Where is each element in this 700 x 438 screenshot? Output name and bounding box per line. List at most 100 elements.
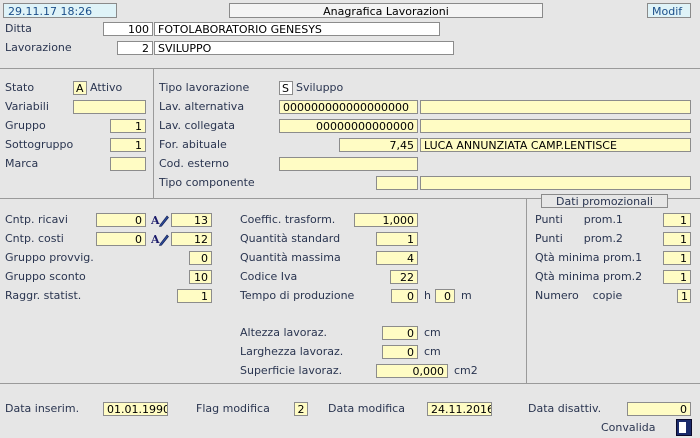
divider: [153, 68, 154, 198]
numero-copie-field[interactable]: 1: [677, 289, 691, 303]
superficie-unit: cm2: [454, 364, 478, 377]
cntp-ricavi-code-field[interactable]: 13: [171, 213, 212, 227]
tempo-minuti-field[interactable]: 0: [435, 289, 455, 303]
marca-label: Marca: [5, 157, 39, 170]
window-title: Anagrafica Lavorazioni: [229, 3, 543, 18]
gruppo-sconto-field[interactable]: 10: [189, 270, 212, 284]
lav-collegata-desc-field[interactable]: [420, 119, 691, 133]
numero-copie-label: Numero copie: [535, 289, 623, 302]
lavorazione-code-field[interactable]: 2: [117, 41, 153, 55]
lavorazione-name-field[interactable]: SVILUPPO: [154, 41, 454, 55]
tipo-componente-label: Tipo componente: [159, 176, 255, 189]
punti-prom1-label: Punti prom.1: [535, 213, 623, 226]
data-modifica-field[interactable]: 24.11.2016: [427, 402, 492, 416]
gruppo-label: Gruppo: [5, 119, 46, 132]
tipo-componente-code-field[interactable]: [376, 176, 418, 190]
svg-text:A: A: [151, 214, 160, 227]
stato-label: Stato: [5, 81, 35, 94]
cntp-ricavi-label: Cntp. ricavi: [5, 213, 68, 226]
tipo-componente-desc-field[interactable]: [420, 176, 691, 190]
quantita-massima-label: Quantità massima: [240, 251, 341, 264]
qta-minima-prom1-field[interactable]: 1: [663, 251, 691, 265]
stato-code-field[interactable]: A: [73, 81, 87, 95]
gruppo-field[interactable]: 1: [110, 119, 146, 133]
mode-indicator: Modif: [647, 3, 691, 18]
account-lookup-icon[interactable]: A: [151, 232, 169, 246]
quantita-standard-label: Quantità standard: [240, 232, 341, 245]
superficie-field[interactable]: 0,000: [376, 364, 448, 378]
flag-modifica-field[interactable]: 2: [294, 402, 308, 416]
raggr-statist-label: Raggr. statist.: [5, 289, 82, 302]
data-disattiv-label: Data disattiv.: [528, 402, 602, 415]
punti-prom1-field[interactable]: 1: [663, 213, 691, 227]
raggr-statist-field[interactable]: 1: [177, 289, 212, 303]
codice-iva-field[interactable]: 22: [390, 270, 418, 284]
data-disattiv-field[interactable]: 0: [627, 402, 691, 416]
variabili-label: Variabili: [5, 100, 49, 113]
ditta-code-field[interactable]: 100: [103, 22, 153, 36]
lav-alternativa-field[interactable]: 000000000000000000: [279, 100, 418, 114]
superficie-label: Superficie lavoraz.: [240, 364, 343, 377]
tipo-lavorazione-code-field[interactable]: S: [279, 81, 293, 95]
tempo-ore-field[interactable]: 0: [391, 289, 418, 303]
quantita-standard-field[interactable]: 1: [376, 232, 418, 246]
cod-esterno-label: Cod. esterno: [159, 157, 229, 170]
divider: [526, 198, 527, 383]
lav-alternativa-label: Lav. alternativa: [159, 100, 245, 113]
ditta-name-field[interactable]: FOTOLABORATORIO GENESYS: [154, 22, 440, 36]
convalida-button-highlight: [679, 422, 686, 433]
account-lookup-icon[interactable]: A: [151, 213, 169, 227]
sottogruppo-label: Sottogruppo: [5, 138, 74, 151]
convalida-button[interactable]: [676, 419, 692, 436]
divider: [0, 68, 700, 69]
data-modifica-label: Data modifica: [328, 402, 405, 415]
cntp-costi-field[interactable]: 0: [96, 232, 146, 246]
variabili-field[interactable]: [73, 100, 146, 114]
lav-alternativa-desc-field[interactable]: [420, 100, 691, 114]
larghezza-field[interactable]: 0: [382, 345, 418, 359]
altezza-field[interactable]: 0: [382, 326, 418, 340]
coeff-trasform-field[interactable]: 1,000: [354, 213, 418, 227]
cntp-costi-code-field[interactable]: 12: [171, 232, 212, 246]
altezza-label: Altezza lavoraz.: [240, 326, 328, 339]
minutes-unit: m: [461, 289, 472, 302]
fornitore-label: For. abituale: [159, 138, 227, 151]
convalida-label: Convalida: [601, 421, 656, 434]
larghezza-unit: cm: [424, 345, 441, 358]
svg-text:A: A: [151, 233, 160, 246]
tipo-lavorazione-desc: Sviluppo: [296, 81, 344, 94]
lavorazione-label: Lavorazione: [5, 41, 72, 54]
qta-minima-prom2-label: Qtà minima prom.2: [535, 270, 643, 283]
qta-minima-prom1-label: Qtà minima prom.1: [535, 251, 643, 264]
altezza-unit: cm: [424, 326, 441, 339]
cntp-ricavi-field[interactable]: 0: [96, 213, 146, 227]
gruppo-provvig-label: Gruppo provvig.: [5, 251, 94, 264]
gruppo-provvig-field[interactable]: 0: [189, 251, 212, 265]
divider: [0, 383, 700, 384]
fornitore-code-field[interactable]: 7,45: [339, 138, 418, 152]
fornitore-desc-field[interactable]: LUCA ANNUNZIATA CAMP.LENTISCE: [420, 138, 691, 152]
lav-collegata-label: Lav. collegata: [159, 119, 235, 132]
tempo-produzione-label: Tempo di produzione: [240, 289, 355, 302]
promo-section-title: Dati promozionali: [541, 194, 668, 208]
qta-minima-prom2-field[interactable]: 1: [663, 270, 691, 284]
cntp-costi-label: Cntp. costi: [5, 232, 64, 245]
sottogruppo-field[interactable]: 1: [110, 138, 146, 152]
punti-prom2-label: Punti prom.2: [535, 232, 623, 245]
coeff-trasform-label: Coeffic. trasform.: [240, 213, 336, 226]
punti-prom2-field[interactable]: 1: [663, 232, 691, 246]
stato-desc: Attivo: [90, 81, 123, 94]
quantita-massima-field[interactable]: 4: [376, 251, 418, 265]
datetime-display: 29.11.17 18:26: [3, 3, 117, 18]
ditta-label: Ditta: [5, 22, 32, 35]
flag-modifica-label: Flag modifica: [196, 402, 270, 415]
larghezza-label: Larghezza lavoraz.: [240, 345, 344, 358]
codice-iva-label: Codice Iva: [240, 270, 298, 283]
lav-collegata-field[interactable]: 00000000000000: [279, 119, 418, 133]
hours-unit: h: [424, 289, 431, 302]
cod-esterno-field[interactable]: [279, 157, 418, 171]
data-inserim-label: Data inserim.: [5, 402, 80, 415]
data-inserim-field[interactable]: 01.01.1990: [103, 402, 168, 416]
marca-field[interactable]: [110, 157, 146, 171]
gruppo-sconto-label: Gruppo sconto: [5, 270, 86, 283]
